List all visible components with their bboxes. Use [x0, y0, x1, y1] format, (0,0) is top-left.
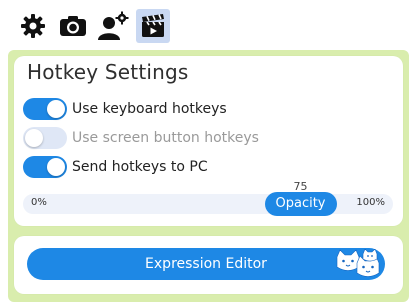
send-hotkeys-to-pc-toggle[interactable]	[23, 156, 67, 178]
camera-icon[interactable]	[56, 9, 90, 43]
expression-editor-button[interactable]: Expression Editor	[27, 248, 385, 280]
option-screen-button-hotkeys[interactable]: Use screen button hotkeys	[23, 126, 259, 150]
hotkey-settings-title: Hotkey Settings	[27, 60, 189, 84]
opacity-slider[interactable]: 0% 100% Opacity	[23, 192, 393, 216]
toggle-knob	[25, 129, 43, 147]
send-hotkeys-to-pc-label: Send hotkeys to PC	[72, 159, 208, 175]
opacity-max-label: 100%	[356, 197, 385, 208]
opacity-min-label: 0%	[31, 197, 47, 208]
keyboard-hotkeys-toggle[interactable]	[23, 98, 67, 120]
expression-editor-label: Expression Editor	[145, 256, 267, 272]
gear-icon[interactable]	[16, 9, 50, 43]
option-send-hotkeys-to-pc[interactable]: Send hotkeys to PC	[23, 155, 208, 179]
option-keyboard-hotkeys[interactable]: Use keyboard hotkeys	[23, 97, 227, 121]
opacity-slider-thumb[interactable]: Opacity	[264, 192, 337, 216]
keyboard-hotkeys-label: Use keyboard hotkeys	[72, 101, 227, 117]
user-settings-icon[interactable]	[96, 9, 130, 43]
screen-button-hotkeys-toggle[interactable]	[23, 127, 67, 149]
screen-button-hotkeys-label: Use screen button hotkeys	[72, 130, 259, 146]
toggle-knob	[47, 158, 65, 176]
clapperboard-icon[interactable]	[136, 9, 170, 43]
toggle-knob	[47, 100, 65, 118]
cat-faces-icon	[335, 248, 381, 283]
opacity-slider-track[interactable]	[23, 194, 393, 214]
top-toolbar	[0, 0, 415, 50]
